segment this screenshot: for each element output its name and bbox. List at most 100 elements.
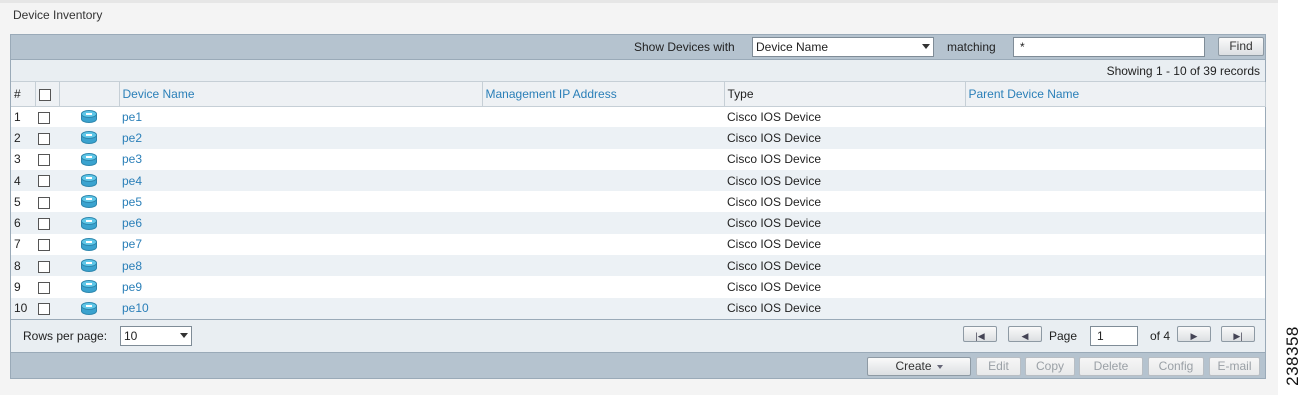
edit-button[interactable]: Edit: [976, 357, 1021, 376]
table-row[interactable]: 5 pe5 Cisco IOS Device: [11, 191, 1265, 212]
delete-button[interactable]: Delete: [1079, 357, 1143, 376]
row-number: 4: [11, 169, 35, 192]
table-row[interactable]: 7 pe7 Cisco IOS Device: [11, 234, 1265, 255]
router-icon: [81, 131, 97, 145]
row-checkbox[interactable]: [38, 111, 50, 124]
router-icon: [81, 173, 97, 188]
column-header-management-ip[interactable]: Management IP Address: [482, 82, 725, 107]
table-row[interactable]: 3 pe3 Cisco IOS Device: [11, 149, 1265, 170]
column-header-device-name[interactable]: Device Name: [119, 82, 483, 107]
management-ip-cell: [482, 191, 724, 212]
parent-device-cell: [965, 255, 1265, 277]
row-checkbox-cell: [35, 149, 59, 170]
config-button[interactable]: Config: [1148, 357, 1204, 376]
row-number: 1: [14, 109, 21, 124]
match-input[interactable]: *: [1013, 37, 1205, 57]
parent-device-cell: [965, 191, 1265, 212]
figure-number-text: 238358: [1283, 326, 1302, 386]
device-name-link[interactable]: pe6: [119, 212, 482, 234]
action-toolbar: Create Edit Copy Delete Config E-mail: [11, 352, 1265, 378]
management-ip-cell: [482, 169, 724, 192]
table-header-row: # Device Name Management IP Address Type…: [11, 82, 1266, 107]
row-checkbox[interactable]: [38, 196, 50, 209]
row-checkbox-cell: [35, 191, 59, 212]
column-header-number: #: [11, 82, 36, 107]
row-checkbox[interactable]: [38, 281, 50, 294]
rows-per-page-select[interactable]: 10: [120, 326, 192, 346]
management-ip-cell: [482, 276, 724, 297]
table-row[interactable]: 4 pe4 Cisco IOS Device: [11, 169, 1265, 192]
device-name-link[interactable]: pe5: [119, 191, 482, 212]
rows-per-page-label: Rows per page:: [23, 329, 108, 343]
first-page-icon: |◀: [975, 331, 985, 341]
parent-device-cell: [965, 212, 1265, 234]
parent-device-cell: [965, 169, 1265, 192]
row-checkbox[interactable]: [38, 260, 50, 273]
email-button[interactable]: E-mail: [1209, 357, 1260, 376]
device-name-link[interactable]: pe10: [119, 297, 482, 319]
records-bar: Showing 1 - 10 of 39 records: [11, 60, 1265, 82]
device-name-link[interactable]: pe2: [119, 127, 482, 149]
device-inventory-panel: Show Devices with Device Name matching *…: [10, 34, 1266, 379]
matching-label: matching: [947, 40, 996, 54]
device-type-cell: Cisco IOS Device: [724, 297, 965, 319]
figure-number: 238358: [1280, 318, 1306, 395]
device-name-link[interactable]: pe8: [119, 255, 482, 277]
chevron-down-icon: [922, 44, 930, 49]
column-header-parent-device[interactable]: Parent Device Name: [965, 82, 1266, 107]
row-checkbox[interactable]: [38, 239, 50, 252]
device-table: # Device Name Management IP Address Type…: [11, 82, 1266, 319]
parent-device-cell: [965, 127, 1265, 149]
device-type-cell: Cisco IOS Device: [727, 152, 822, 167]
table-row[interactable]: 2 pe2 Cisco IOS Device: [11, 127, 1265, 149]
select-all-checkbox[interactable]: [38, 88, 51, 101]
last-page-button[interactable]: ▶|: [1221, 326, 1255, 342]
device-name-link[interactable]: pe7: [119, 234, 482, 255]
router-icon: [81, 195, 97, 209]
table-row[interactable]: 6 pe6 Cisco IOS Device: [11, 212, 1265, 234]
row-checkbox-cell: [35, 297, 59, 319]
last-page-icon: ▶|: [1233, 331, 1243, 341]
table-row[interactable]: 10 pe10 Cisco IOS Device: [11, 297, 1265, 319]
device-icon-cell: [59, 149, 119, 170]
management-ip-cell: [482, 234, 724, 255]
first-page-button[interactable]: |◀: [963, 326, 997, 342]
row-checkbox-cell: [35, 255, 59, 277]
search-field-select[interactable]: Device Name: [752, 37, 934, 57]
parent-device-cell: [965, 149, 1265, 170]
next-page-icon: ▶: [1190, 331, 1198, 341]
top-divider: [0, 0, 1278, 3]
table-row[interactable]: 1 pe1 Cisco IOS Device: [11, 106, 1265, 127]
row-number: 8: [11, 255, 35, 277]
router-icon: [81, 259, 97, 273]
device-name-link[interactable]: pe3: [119, 149, 482, 170]
device-icon-cell: [59, 191, 119, 212]
row-checkbox-cell: [35, 212, 59, 234]
table-row[interactable]: 8 pe8 Cisco IOS Device: [11, 255, 1265, 277]
router-icon: [81, 110, 97, 124]
table-row[interactable]: 9 pe9 Cisco IOS Device: [11, 276, 1265, 297]
copy-button[interactable]: Copy: [1025, 357, 1075, 376]
next-page-button[interactable]: ▶: [1177, 326, 1211, 342]
row-checkbox[interactable]: [38, 217, 50, 230]
device-name-link[interactable]: pe1: [119, 106, 482, 127]
device-icon-cell: [59, 212, 119, 234]
row-checkbox[interactable]: [38, 175, 50, 188]
device-icon-cell: [59, 106, 119, 127]
device-name-link[interactable]: pe4: [119, 169, 482, 192]
create-button[interactable]: Create: [867, 357, 971, 376]
device-name-link[interactable]: pe9: [119, 276, 482, 297]
row-number: 7: [14, 237, 21, 252]
parent-device-cell: [965, 106, 1265, 127]
find-button[interactable]: Find: [1218, 37, 1264, 56]
device-icon-cell: [59, 127, 119, 149]
dropdown-arrow-icon: [936, 364, 943, 369]
row-checkbox[interactable]: [38, 303, 50, 316]
page-number-input[interactable]: 1: [1090, 326, 1138, 346]
prev-page-button[interactable]: ◀: [1008, 326, 1042, 342]
records-count: Showing 1 - 10 of 39 records: [1106, 64, 1260, 78]
row-number: 10: [11, 297, 35, 319]
row-checkbox[interactable]: [38, 154, 50, 167]
row-checkbox[interactable]: [38, 132, 50, 145]
management-ip-cell: [482, 106, 724, 127]
